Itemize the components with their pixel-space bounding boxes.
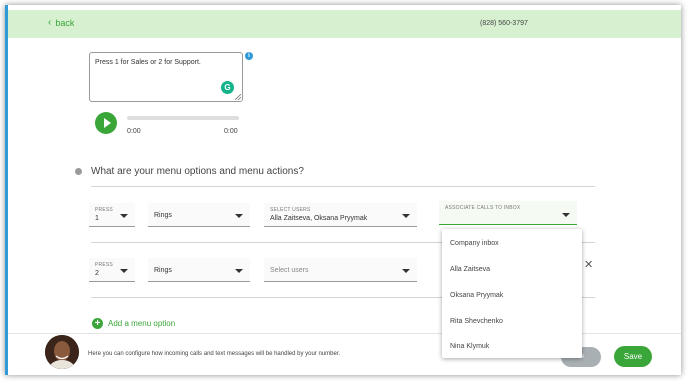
avatar: [45, 335, 79, 369]
chevron-left-icon: ‹: [48, 17, 52, 28]
press-label: PRESS: [95, 262, 113, 268]
press-value: 1: [95, 215, 99, 222]
caret-down-icon: [120, 269, 128, 273]
users-label: SELECT USERS: [270, 207, 311, 213]
inbox-label: ASSOCIATE CALLS TO INBOX: [445, 205, 521, 211]
add-menu-option-label: Add a menu option: [108, 319, 176, 328]
action-value: Rings: [154, 267, 172, 274]
helper-text: Here you can configure how incoming call…: [88, 351, 341, 357]
app-window: ‹ back (828) 560-3797 Press 1 for Sales …: [5, 5, 681, 375]
divider: [91, 186, 595, 187]
info-icon[interactable]: i: [245, 52, 253, 60]
dropdown-option[interactable]: Nina Klymuk: [450, 343, 489, 350]
action-select-1[interactable]: Rings: [148, 203, 250, 227]
inbox-dropdown-menu: Company inbox Alla Zaitseva Oksana Pryym…: [442, 229, 582, 358]
audio-progress-track[interactable]: [127, 116, 239, 120]
avatar-image: [45, 335, 79, 369]
save-button[interactable]: Save: [614, 346, 652, 367]
caret-down-icon: [402, 214, 410, 218]
grammarly-icon[interactable]: G: [221, 81, 234, 94]
add-menu-option-button[interactable]: + Add a menu option: [92, 318, 175, 329]
users-value: Alla Zaitseva, Oksana Pryymak: [270, 215, 368, 222]
dropdown-option[interactable]: Oksana Pryymak: [450, 292, 503, 299]
caret-down-icon: [120, 214, 128, 218]
dropdown-option[interactable]: Alla Zaitseva: [450, 266, 490, 273]
play-button[interactable]: [95, 112, 117, 134]
greeting-textarea[interactable]: Press 1 for Sales or 2 for Support.: [89, 52, 243, 102]
caret-down-icon: [562, 213, 570, 217]
action-select-2[interactable]: Rings: [148, 258, 250, 282]
users-select-1[interactable]: SELECT USERS Alla Zaitseva, Oksana Pryym…: [264, 203, 417, 227]
press-select-2[interactable]: PRESS 2: [89, 258, 135, 282]
press-label: PRESS: [95, 207, 113, 213]
back-label: back: [55, 17, 75, 28]
action-value: Rings: [154, 212, 172, 219]
resize-handle-icon[interactable]: [235, 94, 241, 100]
users-select-2[interactable]: Select users: [264, 258, 417, 282]
phone-number: (828) 560-3797: [480, 20, 528, 27]
plus-icon: +: [92, 318, 103, 329]
section-bullet-icon: [75, 168, 82, 175]
section-title: What are your menu options and menu acti…: [91, 166, 304, 177]
dropdown-option[interactable]: Company inbox: [450, 240, 499, 247]
press-select-1[interactable]: PRESS 1: [89, 203, 135, 227]
remove-row-icon[interactable]: ✕: [584, 258, 593, 271]
caret-down-icon: [235, 269, 243, 273]
dropdown-option[interactable]: Rita Shevchenko: [450, 318, 503, 325]
top-bar: ‹ back (828) 560-3797: [8, 10, 681, 38]
audio-time-start: 0:00: [127, 128, 141, 135]
press-value: 2: [95, 270, 99, 277]
back-link[interactable]: ‹ back: [48, 17, 74, 28]
inbox-select-1[interactable]: ASSOCIATE CALLS TO INBOX: [439, 201, 577, 225]
caret-down-icon: [235, 214, 243, 218]
audio-time-end: 0:00: [224, 128, 238, 135]
users-placeholder: Select users: [270, 267, 309, 274]
left-accent-bar: [5, 5, 8, 375]
caret-down-icon: [402, 269, 410, 273]
